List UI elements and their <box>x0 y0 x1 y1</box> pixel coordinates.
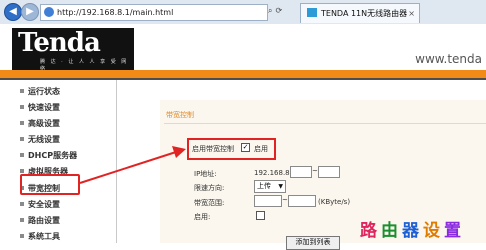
watermark-char: 器 <box>402 221 423 241</box>
watermark: 路由器设置 <box>360 216 465 241</box>
annotation-arrow <box>79 146 186 184</box>
arrow-line <box>79 151 177 184</box>
watermark-char: 设 <box>423 221 444 241</box>
arrow-head <box>172 146 186 158</box>
watermark-char: 置 <box>444 221 465 241</box>
watermark-char: 路 <box>360 221 381 241</box>
watermark-char: 由 <box>381 221 402 241</box>
